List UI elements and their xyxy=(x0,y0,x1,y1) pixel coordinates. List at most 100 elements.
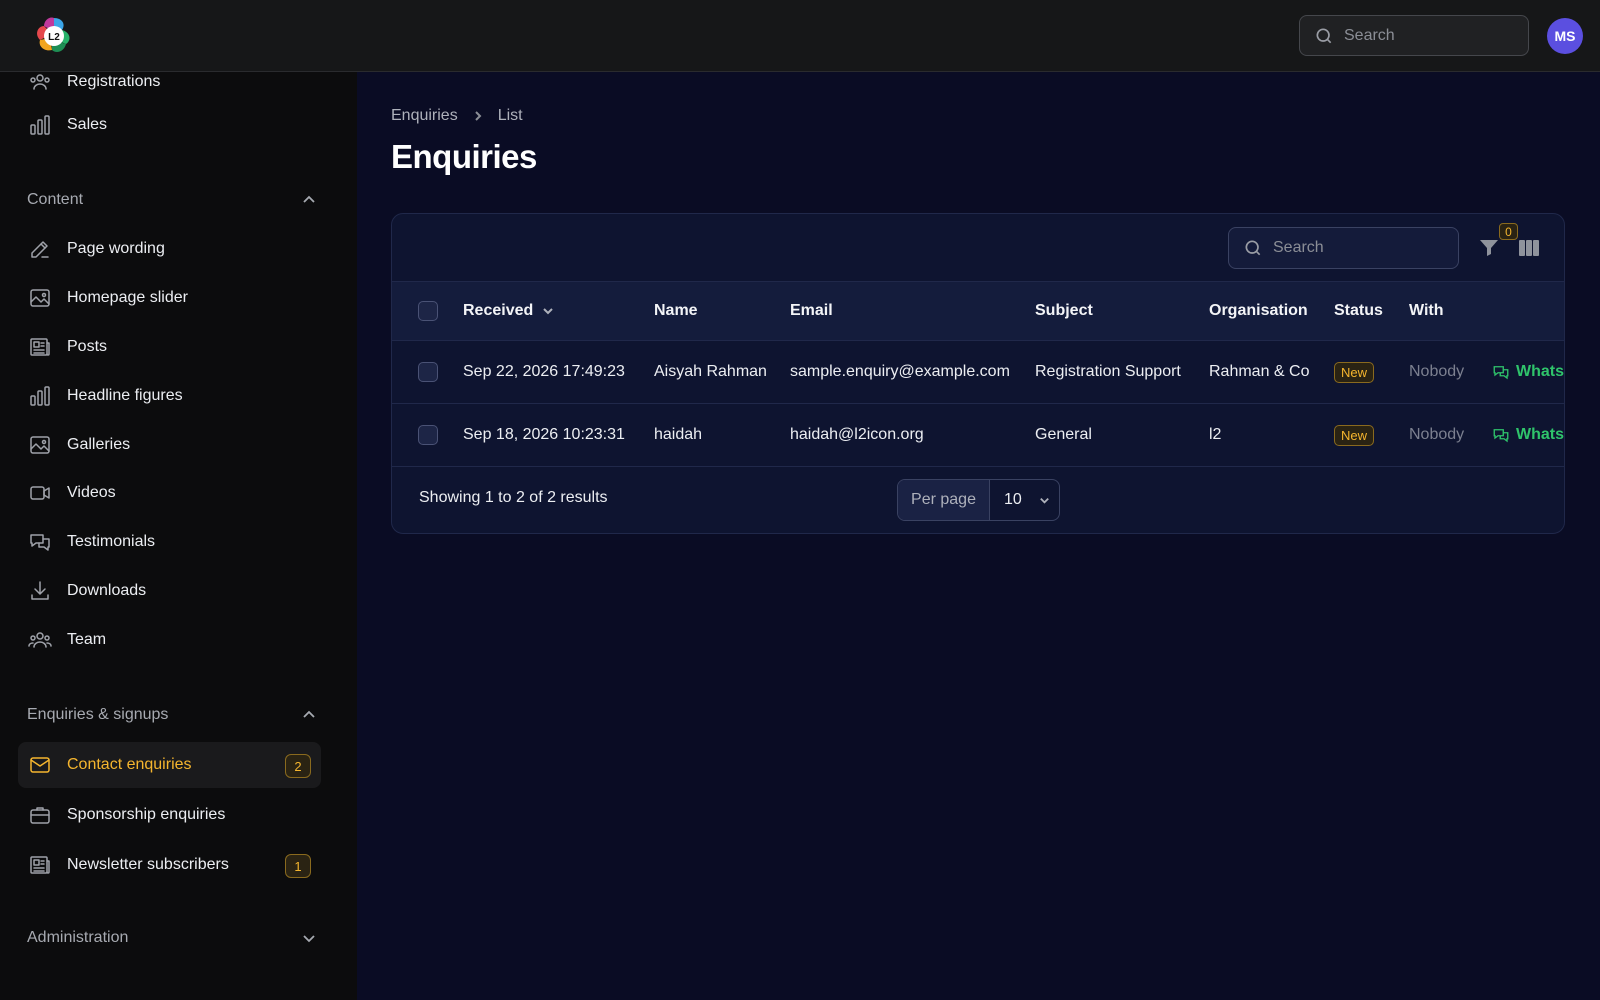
sidebar-item-label: Posts xyxy=(67,338,108,355)
filter-icon[interactable] xyxy=(1477,236,1501,260)
table-header: Received Name Email Subject Organisation… xyxy=(392,281,1564,341)
whatsapp-action[interactable]: WhatsA xyxy=(1492,404,1564,466)
column-header-organisation[interactable]: Organisation xyxy=(1209,282,1308,340)
sidebar-item-newsletter-subscribers[interactable]: Newsletter subscribers 1 xyxy=(18,842,321,888)
sidebar-group-content[interactable]: Content xyxy=(27,188,317,212)
chevron-up-icon xyxy=(303,195,315,203)
app-logo[interactable]: L2 xyxy=(32,14,76,58)
cell-subject: Registration Support xyxy=(1035,363,1181,380)
sidebar-item-label: Registrations xyxy=(67,73,161,90)
sidebar-group-title: Enquiries & signups xyxy=(27,706,169,723)
filter-count-badge: 0 xyxy=(1499,223,1518,240)
sidebar-item-label: Homepage slider xyxy=(67,289,188,306)
sidebar-item-registrations[interactable]: Registrations xyxy=(18,72,321,105)
column-header-name[interactable]: Name xyxy=(654,282,698,340)
sidebar-item-label: Page wording xyxy=(67,240,165,257)
row-checkbox[interactable] xyxy=(418,425,438,445)
sidebar-item-homepage-slider[interactable]: Homepage slider xyxy=(18,275,321,321)
sidebar-item-sales[interactable]: Sales xyxy=(18,102,321,148)
sidebar-item-sponsorship-enquiries[interactable]: Sponsorship enquiries xyxy=(18,792,321,838)
status-badge: New xyxy=(1334,424,1375,446)
whatsapp-action[interactable]: WhatsA xyxy=(1492,341,1564,403)
enquiries-table-card: 0 Received Name Email Subject Organisati… xyxy=(391,213,1565,534)
sidebar-group-title: Content xyxy=(27,191,84,208)
whatsapp-action-label: WhatsA xyxy=(1516,426,1564,443)
bar-chart-icon xyxy=(28,113,52,137)
column-header-label: Received xyxy=(463,302,534,319)
sidebar-item-contact-enquiries[interactable]: Contact enquiries 2 xyxy=(18,742,321,788)
column-header-received[interactable]: Received xyxy=(463,282,555,340)
select-all-checkbox[interactable] xyxy=(418,301,438,321)
bar-chart-icon xyxy=(28,384,52,408)
sidebar-group-enquiries[interactable]: Enquiries & signups xyxy=(27,703,317,727)
chat-bubbles-icon xyxy=(1493,429,1509,443)
breadcrumb-link-enquiries[interactable]: Enquiries xyxy=(391,107,458,125)
user-avatar[interactable]: MS xyxy=(1547,18,1583,54)
sidebar-item-label: Newsletter subscribers xyxy=(67,856,229,873)
chat-bubbles-icon xyxy=(28,530,52,554)
sidebar-item-label: Testimonials xyxy=(67,533,156,550)
sidebar-group-administration[interactable]: Administration xyxy=(27,926,317,950)
cell-subject: General xyxy=(1035,426,1092,443)
image-icon xyxy=(28,286,52,310)
newspaper-icon xyxy=(28,335,52,359)
sidebar-item-posts[interactable]: Posts xyxy=(18,324,321,370)
cell-status: New xyxy=(1334,404,1375,466)
sidebar: Registrations Sales Content Page wording… xyxy=(0,72,357,1000)
table-search-input[interactable] xyxy=(1273,239,1433,257)
results-summary: Showing 1 to 2 of 2 results xyxy=(419,489,608,506)
chevron-down-icon xyxy=(303,935,315,943)
cell-received: Sep 18, 2026 10:23:31 xyxy=(463,426,625,443)
table-row[interactable]: Sep 18, 2026 10:23:31 haidah haidah@l2ic… xyxy=(392,404,1564,467)
per-page-select[interactable]: 10 xyxy=(990,480,1059,520)
status-badge: New xyxy=(1334,361,1375,383)
chevron-up-icon xyxy=(303,710,315,718)
table-row[interactable]: Sep 22, 2026 17:49:23 Aisyah Rahman samp… xyxy=(392,341,1564,404)
sidebar-item-label: Galleries xyxy=(67,436,131,453)
sidebar-item-testimonials[interactable]: Testimonials xyxy=(18,519,321,565)
sidebar-item-headline-figures[interactable]: Headline figures xyxy=(18,373,321,419)
global-search-input[interactable] xyxy=(1344,26,1504,45)
download-icon xyxy=(28,579,52,603)
sidebar-item-label: Team xyxy=(67,631,107,648)
count-badge: 2 xyxy=(285,754,311,778)
chat-bubbles-icon xyxy=(1493,366,1509,380)
per-page-control: Per page 10 xyxy=(897,479,1060,521)
row-checkbox[interactable] xyxy=(418,362,438,382)
global-search[interactable] xyxy=(1299,15,1529,56)
sidebar-item-label: Downloads xyxy=(67,582,147,599)
sidebar-group-title: Administration xyxy=(27,929,129,946)
whatsapp-action-label: WhatsA xyxy=(1516,363,1564,380)
top-bar: L2 MS xyxy=(0,0,1600,72)
cell-email: haidah@l2icon.org xyxy=(790,426,924,443)
sidebar-item-page-wording[interactable]: Page wording xyxy=(18,226,321,272)
column-header-subject[interactable]: Subject xyxy=(1035,282,1093,340)
cell-status: New xyxy=(1334,341,1375,403)
sidebar-item-team[interactable]: Team xyxy=(18,617,321,663)
table-search[interactable] xyxy=(1228,227,1459,269)
column-header-email[interactable]: Email xyxy=(790,282,833,340)
chevron-down-icon xyxy=(541,304,555,318)
newspaper-icon xyxy=(28,853,52,877)
briefcase-icon xyxy=(28,803,52,827)
cell-with: Nobody xyxy=(1409,426,1465,443)
sidebar-item-label: Videos xyxy=(67,484,116,501)
columns-icon[interactable] xyxy=(1517,236,1541,260)
sidebar-item-label: Headline figures xyxy=(67,387,183,404)
cell-organisation: l2 xyxy=(1209,426,1222,443)
per-page-value: 10 xyxy=(1004,491,1022,508)
image-icon xyxy=(28,433,52,457)
sidebar-item-galleries[interactable]: Galleries xyxy=(18,422,321,468)
cell-with: Nobody xyxy=(1409,363,1465,380)
sidebar-item-label: Sponsorship enquiries xyxy=(67,806,226,823)
users-icon xyxy=(28,628,52,652)
column-header-status[interactable]: Status xyxy=(1334,282,1383,340)
sidebar-item-videos[interactable]: Videos xyxy=(18,470,321,516)
pencil-square-icon xyxy=(28,237,52,261)
cell-email: sample.enquiry@example.com xyxy=(790,363,1010,380)
search-icon xyxy=(1316,28,1332,43)
sidebar-item-downloads[interactable]: Downloads xyxy=(18,568,321,614)
column-header-with[interactable]: With xyxy=(1409,282,1444,340)
chevron-down-icon xyxy=(1039,497,1049,504)
per-page-label: Per page xyxy=(898,480,990,520)
